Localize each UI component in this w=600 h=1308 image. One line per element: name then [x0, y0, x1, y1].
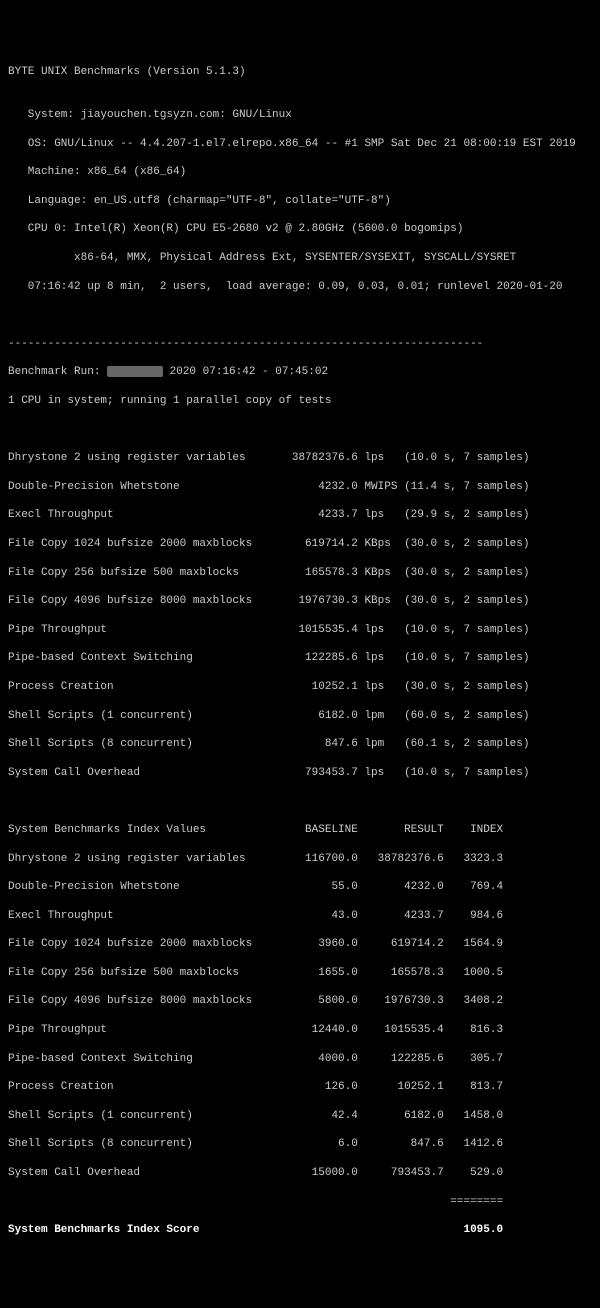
index-row: File Copy 1024 bufsize 2000 maxblocks 39…	[8, 937, 592, 951]
index-row: File Copy 256 bufsize 500 maxblocks 1655…	[8, 966, 592, 980]
run-label-before: Benchmark Run:	[8, 366, 107, 378]
result-row: Double-Precision Whetstone 4232.0 MWIPS …	[8, 480, 592, 494]
title-line: BYTE UNIX Benchmarks (Version 5.1.3)	[8, 65, 592, 79]
benchmark-run-line: Benchmark Run: 2020 07:16:42 - 07:45:02	[8, 365, 592, 379]
result-row: File Copy 1024 bufsize 2000 maxblocks 61…	[8, 537, 592, 551]
index-row: Pipe Throughput 12440.0 1015535.4 816.3	[8, 1023, 592, 1037]
index-score-line: System Benchmarks Index Score 1095.0	[8, 1223, 592, 1237]
system-line: System: jiayouchen.tgsyzn.com: GNU/Linux	[8, 108, 592, 122]
index-row: Pipe-based Context Switching 4000.0 1222…	[8, 1052, 592, 1066]
result-row: Dhrystone 2 using register variables 387…	[8, 451, 592, 465]
index-separator: ========	[8, 1195, 592, 1209]
result-row: File Copy 4096 bufsize 8000 maxblocks 19…	[8, 594, 592, 608]
index-row: Execl Throughput 43.0 4233.7 984.6	[8, 909, 592, 923]
result-row: Process Creation 10252.1 lps (30.0 s, 2 …	[8, 680, 592, 694]
result-row: File Copy 256 bufsize 500 maxblocks 1655…	[8, 566, 592, 580]
separator-line: ----------------------------------------…	[8, 337, 592, 351]
cpu0b-line: x86-64, MMX, Physical Address Ext, SYSEN…	[8, 251, 592, 265]
blank-line	[8, 308, 592, 322]
index-header: System Benchmarks Index Values BASELINE …	[8, 823, 592, 837]
result-row: Shell Scripts (8 concurrent) 847.6 lpm (…	[8, 737, 592, 751]
cpu0-line: CPU 0: Intel(R) Xeon(R) CPU E5-2680 v2 @…	[8, 222, 592, 236]
result-row: System Call Overhead 793453.7 lps (10.0 …	[8, 766, 592, 780]
machine-line: Machine: x86_64 (x86_64)	[8, 165, 592, 179]
os-line: OS: GNU/Linux -- 4.4.207-1.el7.elrepo.x8…	[8, 137, 592, 151]
index-row: System Call Overhead 15000.0 793453.7 52…	[8, 1166, 592, 1180]
result-row: Pipe Throughput 1015535.4 lps (10.0 s, 7…	[8, 623, 592, 637]
language-line: Language: en_US.utf8 (charmap="UTF-8", c…	[8, 194, 592, 208]
blank-line	[8, 794, 592, 808]
redacted-field	[107, 366, 163, 377]
index-row: Double-Precision Whetstone 55.0 4232.0 7…	[8, 880, 592, 894]
index-row: Dhrystone 2 using register variables 116…	[8, 852, 592, 866]
index-row: Process Creation 126.0 10252.1 813.7	[8, 1080, 592, 1094]
result-row: Execl Throughput 4233.7 lps (29.9 s, 2 s…	[8, 508, 592, 522]
index-row: Shell Scripts (1 concurrent) 42.4 6182.0…	[8, 1109, 592, 1123]
blank-line	[8, 423, 592, 437]
cpu-info-line: 1 CPU in system; running 1 parallel copy…	[8, 394, 592, 408]
index-row: File Copy 4096 bufsize 8000 maxblocks 58…	[8, 994, 592, 1008]
uptime-line: 07:16:42 up 8 min, 2 users, load average…	[8, 280, 592, 294]
run-label-after: 2020 07:16:42 - 07:45:02	[163, 366, 328, 378]
index-row: Shell Scripts (8 concurrent) 6.0 847.6 1…	[8, 1137, 592, 1151]
result-row: Shell Scripts (1 concurrent) 6182.0 lpm …	[8, 709, 592, 723]
